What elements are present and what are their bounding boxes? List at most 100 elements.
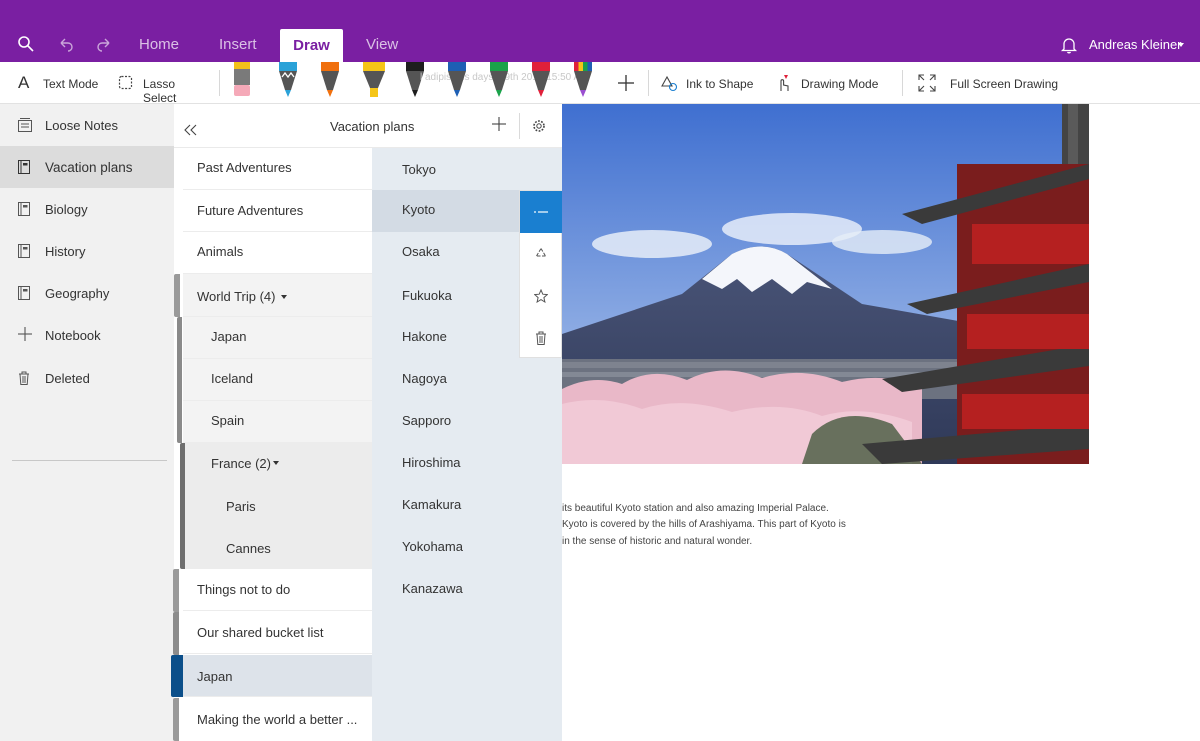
notebook-label: Deleted [45,371,90,386]
pen-orange-icon[interactable] [320,62,340,98]
tab-view[interactable]: View [366,36,398,53]
page-text-line[interactable]: its beautiful Kyoto station and also ama… [562,503,829,514]
section-label: Japan [197,669,233,684]
notebook-label: History [45,244,86,259]
section-item-animals[interactable]: Animals [183,232,372,274]
ink-to-shape-button[interactable]: Ink to Shape [656,62,756,104]
page-item-kamakura[interactable]: Kamakura [372,484,562,526]
section-label: Japan [211,329,247,344]
text-mode-button[interactable]: A Text Mode [12,62,100,104]
indent-icon [534,211,548,213]
page-favorite-button[interactable] [520,275,563,317]
section-item-japan-selected[interactable]: Japan [183,655,372,697]
tab-draw[interactable]: Draw [280,29,343,62]
page-label: Kamakura [402,497,462,512]
page-delete-button[interactable] [520,317,563,359]
page-item-hiroshima[interactable]: Hiroshima [372,442,562,484]
pen-rainbow-icon[interactable] [573,62,593,98]
page-item-kanazawa[interactable]: Kanazawa [372,568,562,610]
section-label: World Trip (4) [197,289,276,304]
notebook-item-loose-notes[interactable]: Loose Notes [0,104,174,146]
text-a-icon: A [18,73,30,92]
page-recycle-button[interactable] [520,233,563,275]
page-label: Hiroshima [402,455,461,470]
lasso-select-button[interactable]: Lasso Select [112,62,208,105]
collapse-panes-icon[interactable] [184,124,198,136]
pen-green-icon[interactable] [489,62,509,98]
trash-icon [536,331,546,345]
section-label: Past Adventures [197,160,292,175]
page-text-line[interactable]: Kyoto is covered by the hills of Arashiy… [562,519,846,530]
redo-icon[interactable] [94,34,114,54]
section-item-paris[interactable]: Paris [183,485,372,527]
undo-icon[interactable] [56,34,76,54]
section-item-iceland[interactable]: Iceland [183,359,372,401]
pen-red-icon[interactable] [531,62,551,98]
notebook-item-biology[interactable]: Biology [0,188,174,230]
section-item-things-not-to-do[interactable]: Things not to do [183,569,372,611]
expand-icon [918,74,936,92]
notebook-list: Loose Notes Vacation plans Biology Histo… [0,104,174,741]
highlighter-yellow-icon[interactable] [362,62,386,98]
section-item-shared-bucket-list[interactable]: Our shared bucket list [183,612,372,654]
bell-icon[interactable] [1059,35,1079,55]
ink-to-shape-label: Ink to Shape [686,77,754,91]
notebook-item-history[interactable]: History [0,230,174,272]
notebook-item-geography[interactable]: Geography [0,272,174,314]
section-item-japan[interactable]: Japan [183,317,372,359]
page-item-yokohama[interactable]: Yokohama [372,526,562,568]
search-icon[interactable] [16,34,36,54]
section-item-spain[interactable]: Spain [183,401,372,443]
gear-icon[interactable] [532,119,546,133]
page-image-fuji-pagoda[interactable] [562,104,1089,464]
section-group-france[interactable]: France (2) [183,443,372,485]
add-section-icon[interactable] [492,117,506,131]
add-notebook-button[interactable]: Notebook [0,314,174,356]
user-name[interactable]: Andreas Kleiner [1089,37,1182,52]
section-tab-marker [173,698,179,741]
drawing-mode-label: Drawing Mode [801,77,879,91]
page-label: Fukuoka [402,288,452,303]
page-item-nagoya[interactable]: Nagoya [372,358,562,400]
section-tab-marker [174,274,180,317]
star-icon [534,289,548,303]
page-item-kyoto[interactable]: Kyoto [372,190,520,232]
section-group-world-trip[interactable]: World Trip (4) [183,274,372,317]
pen-blue-icon[interactable] [447,62,467,98]
section-label: Our shared bucket list [197,625,324,640]
section-list: Past Adventures Future Adventures Animal… [183,148,372,741]
divider [902,70,903,96]
page-label: Sapporo [402,413,452,428]
notebook-item-vacation-plans[interactable]: Vacation plans [0,146,174,188]
page-item-tokyo[interactable]: Tokyo [372,148,562,190]
notebook-icon [18,202,30,216]
divider [648,70,649,96]
section-item-past-adventures[interactable]: Past Adventures [183,148,372,190]
add-pen-icon[interactable] [617,74,635,92]
tab-insert[interactable]: Insert [219,36,257,53]
section-label: France (2) [211,456,271,471]
page-label: Kanazawa [402,581,463,596]
full-screen-drawing-button[interactable]: Full Screen Drawing [912,62,1062,104]
notebook-label: Vacation plans [45,160,133,175]
page-label: Yokohama [402,539,463,554]
notebook-label: Geography [45,286,110,301]
lasso-icon [118,75,133,90]
section-item-future-adventures[interactable]: Future Adventures [183,190,372,232]
drawing-mode-button[interactable]: Drawing Mode [770,62,888,104]
page-demote-button[interactable] [520,191,563,233]
plus-icon [18,327,32,341]
eraser-icon[interactable] [232,62,252,100]
page-item-sapporo[interactable]: Sapporo [372,400,562,442]
section-item-cannes[interactable]: Cannes [183,527,372,569]
section-item-making-the-world[interactable]: Making the world a better ... [183,698,372,740]
chevron-down-icon[interactable] [281,295,287,299]
notebook-item-deleted[interactable]: Deleted [0,357,174,399]
pen-light-blue-icon[interactable] [278,62,298,98]
chevron-down-icon[interactable] [273,461,279,465]
section-tab-marker [173,569,179,612]
page-text-line[interactable]: in the sense of historic and natural won… [562,536,752,547]
page-label: Osaka [402,244,440,259]
tab-home[interactable]: Home [139,36,179,53]
chevron-down-icon[interactable] [1178,43,1184,47]
